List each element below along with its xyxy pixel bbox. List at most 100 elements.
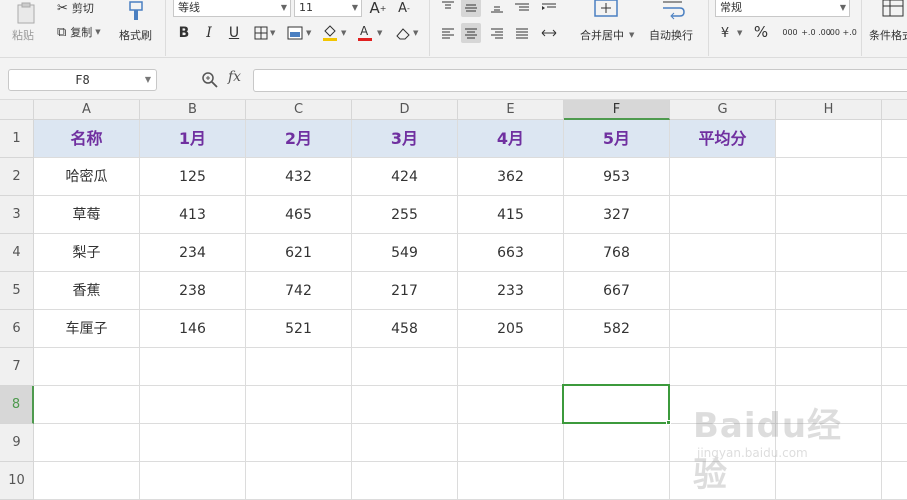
align-left-icon[interactable]: [438, 23, 458, 43]
chevron-down-icon[interactable]: ▼: [629, 31, 634, 39]
empty-cell[interactable]: [352, 348, 458, 386]
data-cell[interactable]: [670, 272, 776, 310]
header-cell[interactable]: 2月: [246, 120, 352, 158]
chevron-down-icon[interactable]: ▼: [737, 29, 742, 37]
data-cell[interactable]: 424: [352, 158, 458, 196]
empty-cell[interactable]: [140, 424, 246, 462]
empty-cell[interactable]: [140, 348, 246, 386]
align-middle-icon[interactable]: [461, 0, 481, 17]
header-cell[interactable]: 1月: [140, 120, 246, 158]
data-cell[interactable]: 车厘子: [34, 310, 140, 348]
empty-cell[interactable]: [352, 386, 458, 424]
empty-cell[interactable]: [34, 348, 140, 386]
column-header-c[interactable]: C: [246, 100, 352, 120]
header-cell[interactable]: 5月: [564, 120, 670, 158]
justify-icon[interactable]: [512, 23, 532, 43]
italic-icon[interactable]: I: [199, 23, 219, 43]
column-header-g[interactable]: G: [670, 100, 776, 120]
data-cell[interactable]: 哈密瓜: [34, 158, 140, 196]
data-cell[interactable]: 521: [246, 310, 352, 348]
empty-cell[interactable]: [670, 348, 776, 386]
increase-decimal-icon[interactable]: +.0 .00: [801, 23, 831, 43]
empty-cell[interactable]: [882, 120, 907, 158]
fill-handle[interactable]: [666, 420, 671, 425]
data-cell[interactable]: 465: [246, 196, 352, 234]
empty-cell[interactable]: [140, 386, 246, 424]
data-cell[interactable]: 582: [564, 310, 670, 348]
chevron-down-icon[interactable]: ▼: [270, 29, 275, 37]
empty-cell[interactable]: [776, 272, 882, 310]
zoom-formula-button[interactable]: [201, 71, 219, 89]
row-header-1[interactable]: 1: [0, 120, 34, 158]
empty-cell[interactable]: [882, 196, 907, 234]
empty-cell[interactable]: [882, 234, 907, 272]
chevron-down-icon[interactable]: ▼: [377, 29, 382, 37]
empty-cell[interactable]: [882, 158, 907, 196]
data-cell[interactable]: 362: [458, 158, 564, 196]
distributed-icon[interactable]: [539, 23, 559, 43]
empty-cell[interactable]: [776, 348, 882, 386]
data-cell[interactable]: 742: [246, 272, 352, 310]
select-all-corner[interactable]: [0, 100, 34, 120]
header-cell[interactable]: 名称: [34, 120, 140, 158]
data-cell[interactable]: 953: [564, 158, 670, 196]
data-cell[interactable]: 238: [140, 272, 246, 310]
chevron-down-icon[interactable]: ▼: [413, 29, 418, 37]
column-header-f[interactable]: F: [564, 100, 670, 120]
formula-input[interactable]: [253, 69, 907, 92]
empty-cell[interactable]: [564, 348, 670, 386]
row-header-8[interactable]: 8: [0, 386, 34, 424]
empty-cell[interactable]: [140, 462, 246, 500]
empty-cell[interactable]: [458, 348, 564, 386]
column-header-overflow[interactable]: [882, 100, 907, 120]
data-cell[interactable]: 233: [458, 272, 564, 310]
data-cell[interactable]: 415: [458, 196, 564, 234]
row-header-10[interactable]: 10: [0, 462, 34, 500]
empty-cell[interactable]: [458, 462, 564, 500]
data-cell[interactable]: 梨子: [34, 234, 140, 272]
cut-button[interactable]: ✂ 剪切: [57, 0, 94, 16]
data-cell[interactable]: 667: [564, 272, 670, 310]
row-header-3[interactable]: 3: [0, 196, 34, 234]
empty-cell[interactable]: [882, 272, 907, 310]
data-cell[interactable]: 217: [352, 272, 458, 310]
empty-cell[interactable]: [34, 424, 140, 462]
data-cell[interactable]: 草莓: [34, 196, 140, 234]
empty-cell[interactable]: [564, 462, 670, 500]
empty-cell[interactable]: [882, 462, 907, 500]
align-top-icon[interactable]: [438, 0, 458, 17]
row-header-4[interactable]: 4: [0, 234, 34, 272]
data-cell[interactable]: 768: [564, 234, 670, 272]
thousands-separator-icon[interactable]: 000: [778, 23, 802, 43]
data-cell[interactable]: 549: [352, 234, 458, 272]
currency-icon[interactable]: ¥: [715, 23, 735, 43]
empty-cell[interactable]: [882, 424, 907, 462]
format-painter-button[interactable]: [124, 0, 150, 22]
empty-cell[interactable]: [458, 386, 564, 424]
column-header-e[interactable]: E: [458, 100, 564, 120]
empty-cell[interactable]: [776, 120, 882, 158]
bold-icon[interactable]: B: [174, 23, 194, 43]
border-icon[interactable]: [251, 23, 271, 43]
increase-font-icon[interactable]: A +: [368, 0, 388, 18]
header-cell[interactable]: 4月: [458, 120, 564, 158]
font-name-select[interactable]: 等线 ▼: [173, 0, 291, 17]
column-header-h[interactable]: H: [776, 100, 882, 120]
empty-cell[interactable]: [882, 310, 907, 348]
empty-cell[interactable]: [246, 462, 352, 500]
fill-color-icon[interactable]: [320, 22, 340, 42]
clear-format-icon[interactable]: [393, 23, 413, 43]
data-cell[interactable]: [670, 196, 776, 234]
empty-cell[interactable]: [352, 462, 458, 500]
empty-cell[interactable]: [776, 310, 882, 348]
align-center-icon[interactable]: [461, 23, 481, 43]
empty-cell[interactable]: [246, 424, 352, 462]
chevron-down-icon[interactable]: ▼: [306, 29, 311, 37]
row-header-6[interactable]: 6: [0, 310, 34, 348]
empty-cell[interactable]: [882, 348, 907, 386]
empty-cell[interactable]: [882, 386, 907, 424]
empty-cell[interactable]: [246, 348, 352, 386]
data-cell[interactable]: [670, 310, 776, 348]
data-cell[interactable]: 413: [140, 196, 246, 234]
copy-button[interactable]: ⧉ 复制 ▼: [57, 24, 101, 40]
